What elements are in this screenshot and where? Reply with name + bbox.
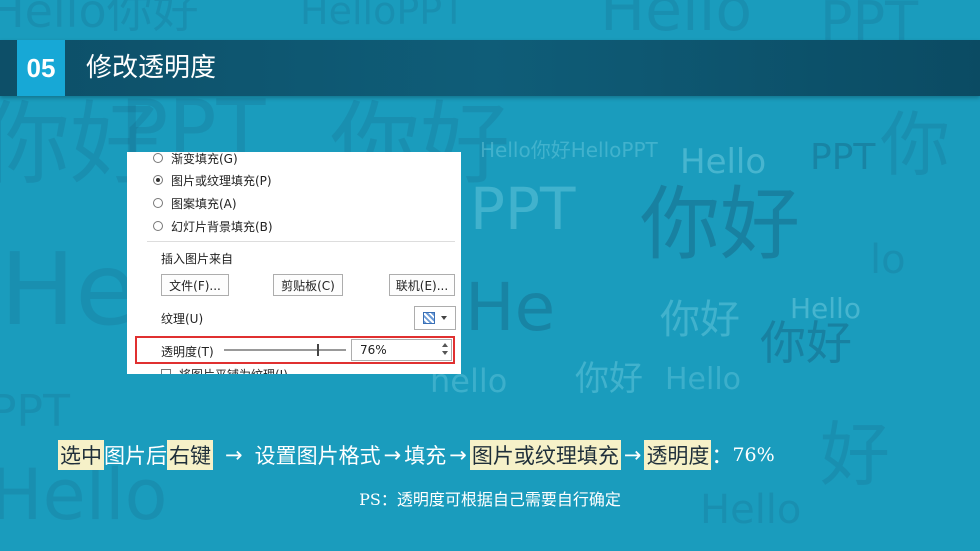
- arrow-icon: →: [225, 443, 243, 467]
- radio-icon: [153, 221, 163, 231]
- instruction-text: 图片后: [104, 444, 167, 468]
- arrow-icon: →: [449, 443, 467, 467]
- radio-checked-icon: [153, 175, 163, 185]
- title-bar: 05 修改透明度: [0, 40, 980, 96]
- arrow-icon: →: [383, 443, 402, 467]
- online-button[interactable]: 联机(E)...: [389, 274, 455, 296]
- page-title: 修改透明度: [86, 53, 217, 83]
- tile-label: 将图片平铺为纹理(I): [179, 366, 288, 374]
- instruction-colon: ：: [711, 444, 733, 468]
- transparency-slider[interactable]: [224, 349, 346, 351]
- arrow-icon: →: [623, 443, 642, 467]
- chevron-down-icon: [441, 316, 447, 320]
- transparency-value: 76%: [360, 343, 387, 357]
- radio-label: 幻灯片背景填充(B): [171, 219, 273, 234]
- file-button[interactable]: 文件(F)...: [161, 274, 229, 296]
- divider: [147, 241, 455, 242]
- radio-label: 渐变填充(G): [171, 152, 238, 166]
- texture-swatch-icon: [423, 312, 435, 324]
- instruction-line: 选中 图片后 右键 → 设置图片格式 → 填充 → 图片或纹理填充 → 透明度 …: [58, 438, 938, 472]
- transparency-label: 透明度(T): [161, 345, 214, 359]
- radio-icon: [153, 153, 163, 163]
- clipboard-button[interactable]: 剪贴板(C): [273, 274, 343, 296]
- radio-label: 图片或纹理填充(P): [171, 173, 272, 188]
- radio-gradient-fill[interactable]: 渐变填充(G): [153, 152, 238, 168]
- transparency-spinner[interactable]: 76%: [351, 339, 452, 361]
- radio-label: 图案填充(A): [171, 196, 237, 211]
- highlight-picture-fill: 图片或纹理填充: [469, 440, 621, 470]
- radio-picture-texture-fill[interactable]: 图片或纹理填充(P): [153, 170, 272, 190]
- radio-icon: [153, 198, 163, 208]
- spin-up-icon[interactable]: [442, 343, 448, 347]
- highlight-right-click: 右键: [167, 440, 213, 470]
- spin-down-icon[interactable]: [442, 351, 448, 355]
- instruction-text: 填充: [404, 444, 447, 468]
- highlight-transparency: 透明度: [644, 440, 712, 470]
- insert-from-label: 插入图片来自: [161, 252, 234, 266]
- slider-thumb[interactable]: [316, 344, 319, 356]
- format-picture-dialog-screenshot: 渐变填充(G) 图片或纹理填充(P) 图案填充(A) 幻灯片背景填充(B) 插入…: [127, 152, 461, 374]
- instruction-text: 设置图片格式: [254, 444, 381, 468]
- texture-dropdown[interactable]: [414, 306, 456, 330]
- instruction-value: 76%: [732, 444, 775, 466]
- ps-note: PS：透明度可根据自己需要自行确定: [359, 490, 621, 509]
- section-number-badge: 05: [17, 40, 65, 96]
- radio-slide-background-fill[interactable]: 幻灯片背景填充(B): [153, 216, 273, 236]
- radio-pattern-fill[interactable]: 图案填充(A): [153, 193, 237, 213]
- highlight-select: 选中: [58, 440, 104, 470]
- tile-checkbox[interactable]: [161, 369, 171, 374]
- texture-label: 纹理(U): [161, 312, 204, 326]
